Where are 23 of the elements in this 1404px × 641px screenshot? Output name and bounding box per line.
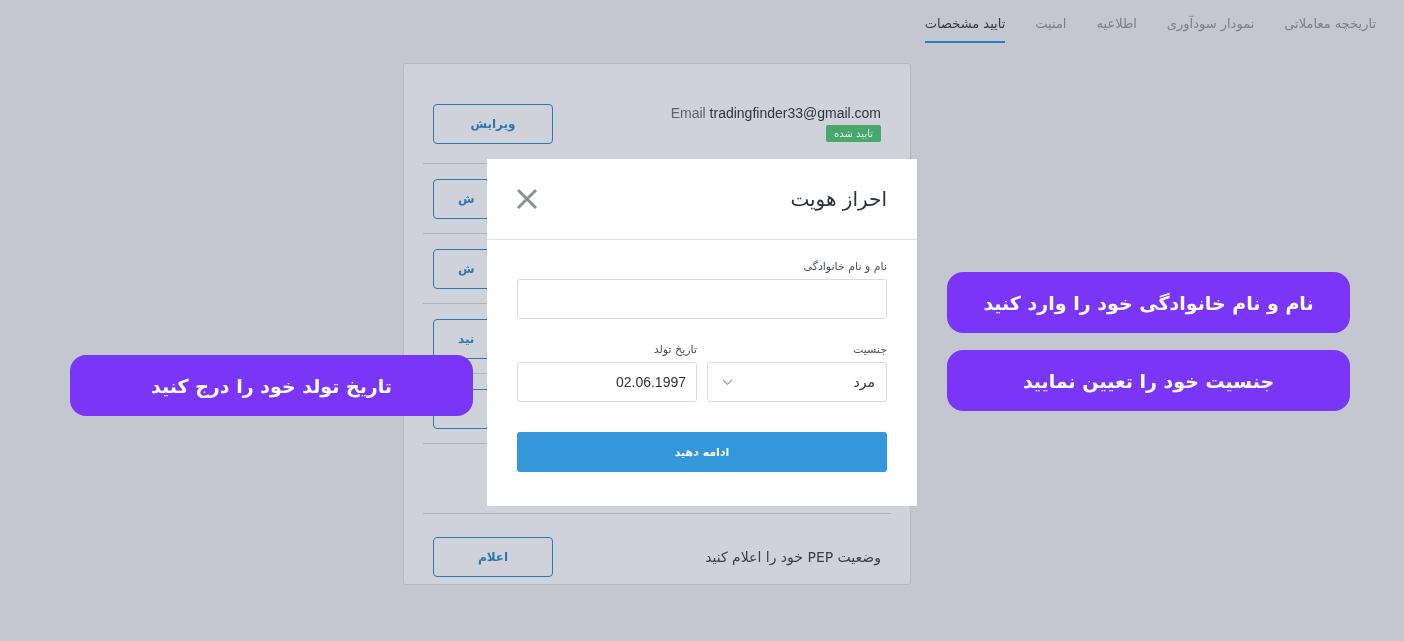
dialog-title: احراز هویت (790, 187, 887, 211)
close-icon[interactable] (516, 188, 538, 210)
tab[interactable]: تایید مشخصات (924, 16, 1006, 43)
pep-text: وضعیت PEP خود را اعلام کنید (705, 548, 881, 565)
chevron-icon (722, 378, 733, 386)
field-label: جنسیت (852, 343, 887, 356)
field-label: نام و نام خانوادگی (803, 260, 887, 273)
gender-select[interactable]: مرد (707, 362, 887, 402)
birth-date-input[interactable]: 02.06.1997 (517, 362, 697, 402)
declare-button[interactable]: اعلام (433, 536, 553, 577)
callout: نام و نام خانوادگی خود را وارد کنید (947, 272, 1350, 333)
tab[interactable]: نمودار سودآوری (1166, 16, 1255, 43)
email-text: Email tradingfinder33@gmail.com (670, 105, 881, 121)
verified-badge: تایید شده (826, 125, 881, 142)
edit-button[interactable]: ویرایش (433, 103, 553, 144)
tab[interactable]: اطلاعیه (1096, 16, 1137, 43)
callout: تاریخ تولد خود را درج کنید (70, 355, 473, 416)
callout: جنسیت خود را تعیین نمایید (947, 350, 1350, 411)
continue-button[interactable]: ادامه دهید (517, 432, 887, 472)
name-input[interactable] (517, 279, 887, 319)
tab[interactable]: تاریخچه معاملاتی (1284, 16, 1376, 43)
field-label: تاریخ تولد (653, 343, 697, 356)
tab[interactable]: امنیت (1035, 16, 1067, 43)
